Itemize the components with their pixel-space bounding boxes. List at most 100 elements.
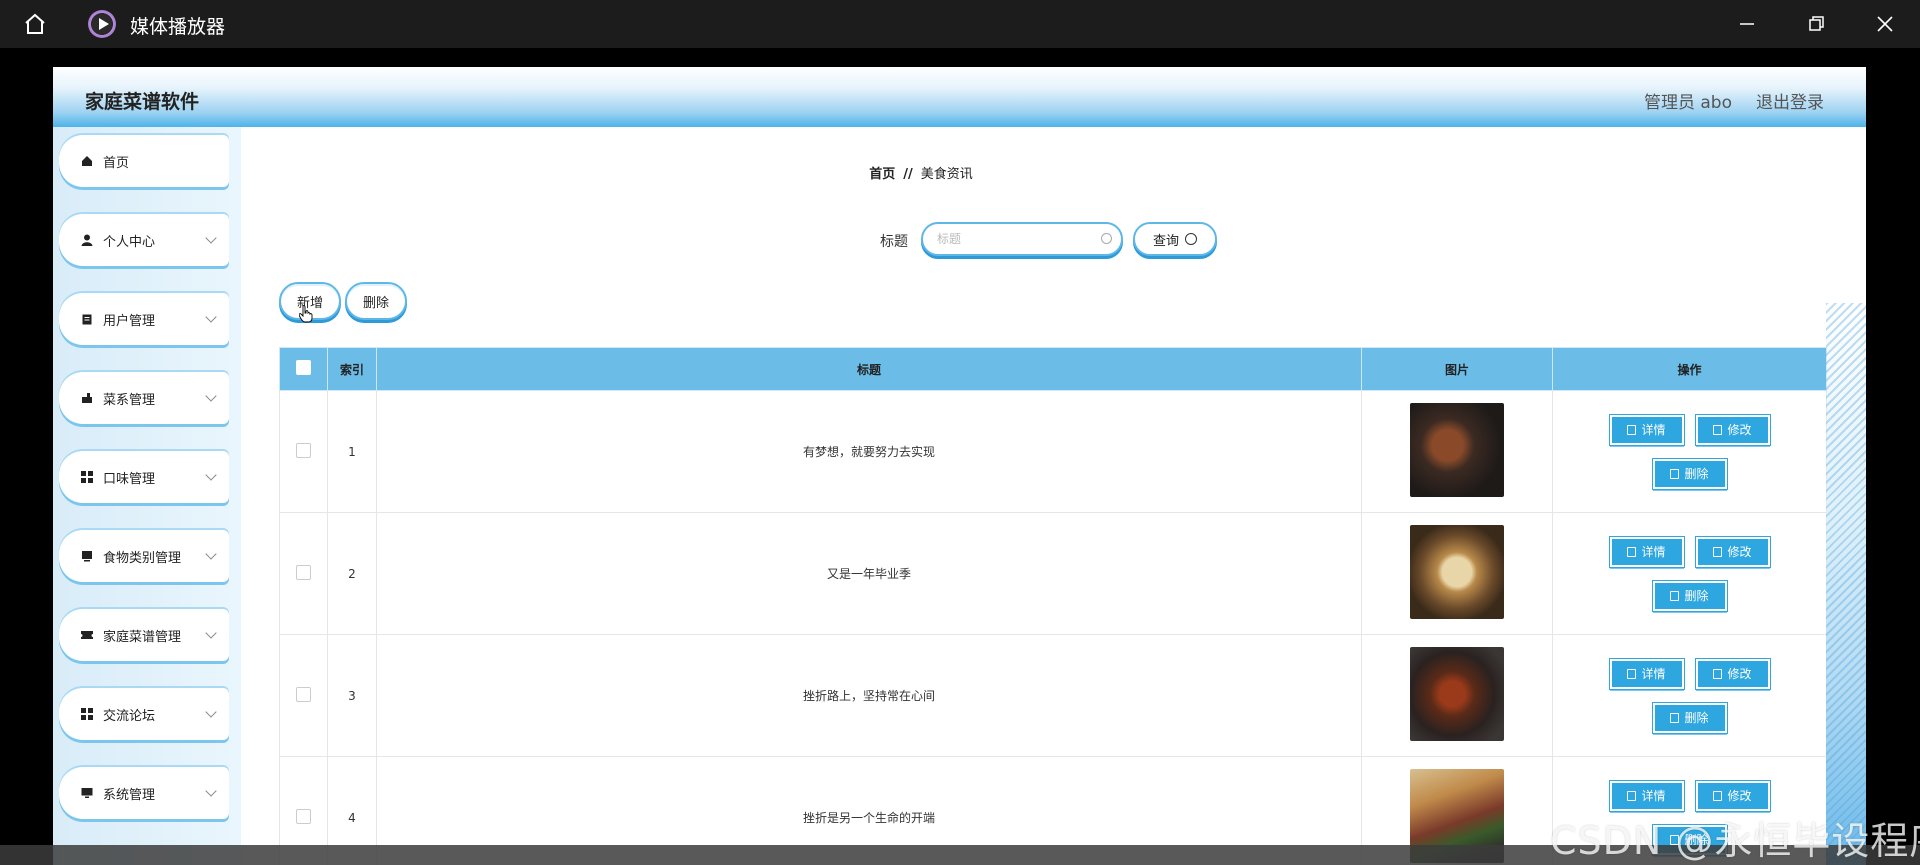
trash-icon [1670, 590, 1680, 601]
sidebar-item-label: 个人中心 [103, 234, 156, 250]
delete-button[interactable]: 删除 [1651, 579, 1728, 612]
sidebar-item-personal-center[interactable]: 个人中心 [59, 214, 229, 266]
sidebar-item-recipe-management[interactable]: 家庭菜谱管理 [59, 609, 229, 661]
sidebar-item-label: 交流论坛 [103, 708, 156, 724]
document-icon [1627, 424, 1637, 435]
row-title: 有梦想，就要努力去实现 [376, 390, 1362, 513]
row-checkbox[interactable] [296, 808, 311, 824]
grid-icon [81, 708, 93, 720]
sidebar-item-cuisine-management[interactable]: 菜系管理 [59, 372, 229, 424]
detail-label: 详情 [1641, 667, 1666, 681]
sidebar-item-user-management[interactable]: 用户管理 [59, 293, 229, 345]
table-row: 1 有梦想，就要努力去实现 详情 修改 删除 [279, 390, 1827, 513]
hand-cursor-icon [299, 305, 313, 323]
pencil-icon [1713, 424, 1723, 435]
player-title: 媒体播放器 [130, 16, 226, 38]
row-index: 1 [327, 390, 377, 513]
query-button[interactable]: 查询 [1133, 222, 1217, 256]
chevron-down-icon [205, 785, 217, 797]
detail-button[interactable]: 详情 [1608, 657, 1685, 690]
row-title: 挫折路上，坚持常在心间 [376, 634, 1362, 757]
search-field[interactable] [921, 222, 1123, 256]
row-checkbox-cell [279, 634, 328, 757]
delete-button[interactable]: 删除 [1651, 457, 1728, 490]
row-image-cell [1361, 634, 1553, 757]
row-checkbox[interactable] [296, 686, 311, 702]
edit-button[interactable]: 修改 [1694, 657, 1771, 690]
sidebar-item-label: 首页 [103, 155, 130, 171]
sidebar-item-flavor-management[interactable]: 口味管理 [59, 451, 229, 503]
select-all-cell [279, 347, 328, 391]
detail-button[interactable]: 详情 [1608, 413, 1685, 446]
delete-button[interactable]: 删除 [1651, 701, 1728, 734]
row-image-cell [1361, 390, 1553, 513]
close-icon[interactable] [1873, 12, 1897, 36]
row-checkbox-cell [279, 512, 328, 635]
chevron-down-icon [205, 706, 217, 718]
col-header-ops: 操作 [1552, 347, 1827, 391]
document-icon [1627, 790, 1637, 801]
detail-button[interactable]: 详情 [1608, 779, 1685, 812]
row-image-cell [1361, 512, 1553, 635]
watermark: CSDN @永恒毕设程序 [1550, 819, 1920, 863]
batch-delete-button[interactable]: 删除 [345, 282, 407, 320]
trash-icon [1670, 712, 1680, 723]
sidebar-item-food-category-management[interactable]: 食物类别管理 [59, 530, 229, 582]
clipboard-icon [82, 314, 92, 325]
sidebar-item-label: 系统管理 [103, 787, 156, 803]
row-index: 3 [327, 634, 377, 757]
edit-label: 修改 [1727, 667, 1752, 681]
chevron-down-icon [205, 627, 217, 639]
minimize-icon[interactable] [1735, 12, 1759, 36]
search-input[interactable] [935, 231, 1099, 247]
food-image [1410, 647, 1504, 741]
row-checkbox[interactable] [296, 442, 311, 458]
pencil-icon [1713, 546, 1723, 557]
detail-button[interactable]: 详情 [1608, 535, 1685, 568]
query-button-label: 查询 [1152, 233, 1179, 249]
sidebar-item-home[interactable]: 首页 [59, 135, 229, 187]
app-window: 家庭菜谱软件 管理员 abo 退出登录 首页 个人中心 用户管理 菜系管理 口味… [53, 67, 1866, 865]
logout-button[interactable]: 退出登录 [1756, 88, 1824, 113]
home-icon[interactable] [22, 11, 48, 37]
app-header: 家庭菜谱软件 管理员 abo 退出登录 [53, 67, 1866, 127]
home-icon [82, 156, 92, 166]
sidebar-item-forum[interactable]: 交流论坛 [59, 688, 229, 740]
edit-button[interactable]: 修改 [1694, 779, 1771, 812]
row-title: 又是一年毕业季 [376, 512, 1362, 635]
table-row: 3 挫折路上，坚持常在心间 详情 修改 删除 [279, 634, 1827, 757]
player-logo-icon [88, 10, 116, 38]
col-header-title: 标题 [376, 347, 1362, 391]
row-checkbox[interactable] [296, 564, 311, 580]
select-all-checkbox[interactable] [296, 360, 311, 375]
app-title: 家庭菜谱软件 [85, 91, 200, 113]
ticket-icon [81, 631, 93, 639]
sidebar-item-label: 菜系管理 [103, 392, 156, 408]
pencil-icon [1713, 668, 1723, 679]
sidebar-item-label: 用户管理 [103, 313, 156, 329]
sidebar-item-system-management[interactable]: 系统管理 [59, 767, 229, 819]
detail-label: 详情 [1641, 545, 1666, 559]
table-row: 2 又是一年毕业季 详情 修改 删除 [279, 512, 1827, 635]
delete-label: 删除 [1684, 467, 1709, 481]
search-label: 标题 [880, 234, 908, 250]
restore-icon[interactable] [1804, 12, 1828, 36]
breadcrumb-current: 美食资讯 [920, 167, 973, 182]
edit-button[interactable]: 修改 [1694, 413, 1771, 446]
breadcrumb-home[interactable]: 首页 [869, 167, 895, 182]
chevron-down-icon [205, 232, 217, 244]
row-ops-cell: 详情 修改 删除 [1552, 390, 1827, 513]
row-ops-cell: 详情 修改 删除 [1552, 634, 1827, 757]
edit-button[interactable]: 修改 [1694, 535, 1771, 568]
food-image [1410, 403, 1504, 497]
grid-icon [81, 471, 93, 483]
edit-label: 修改 [1727, 789, 1752, 803]
document-icon [1627, 546, 1637, 557]
chevron-down-icon [205, 548, 217, 560]
decorative-stripes [1826, 303, 1866, 863]
search-icon [1101, 233, 1112, 244]
pencil-icon [1713, 790, 1723, 801]
chevron-down-icon [205, 311, 217, 323]
sidebar-item-label: 食物类别管理 [103, 550, 182, 566]
edit-label: 修改 [1727, 423, 1752, 437]
